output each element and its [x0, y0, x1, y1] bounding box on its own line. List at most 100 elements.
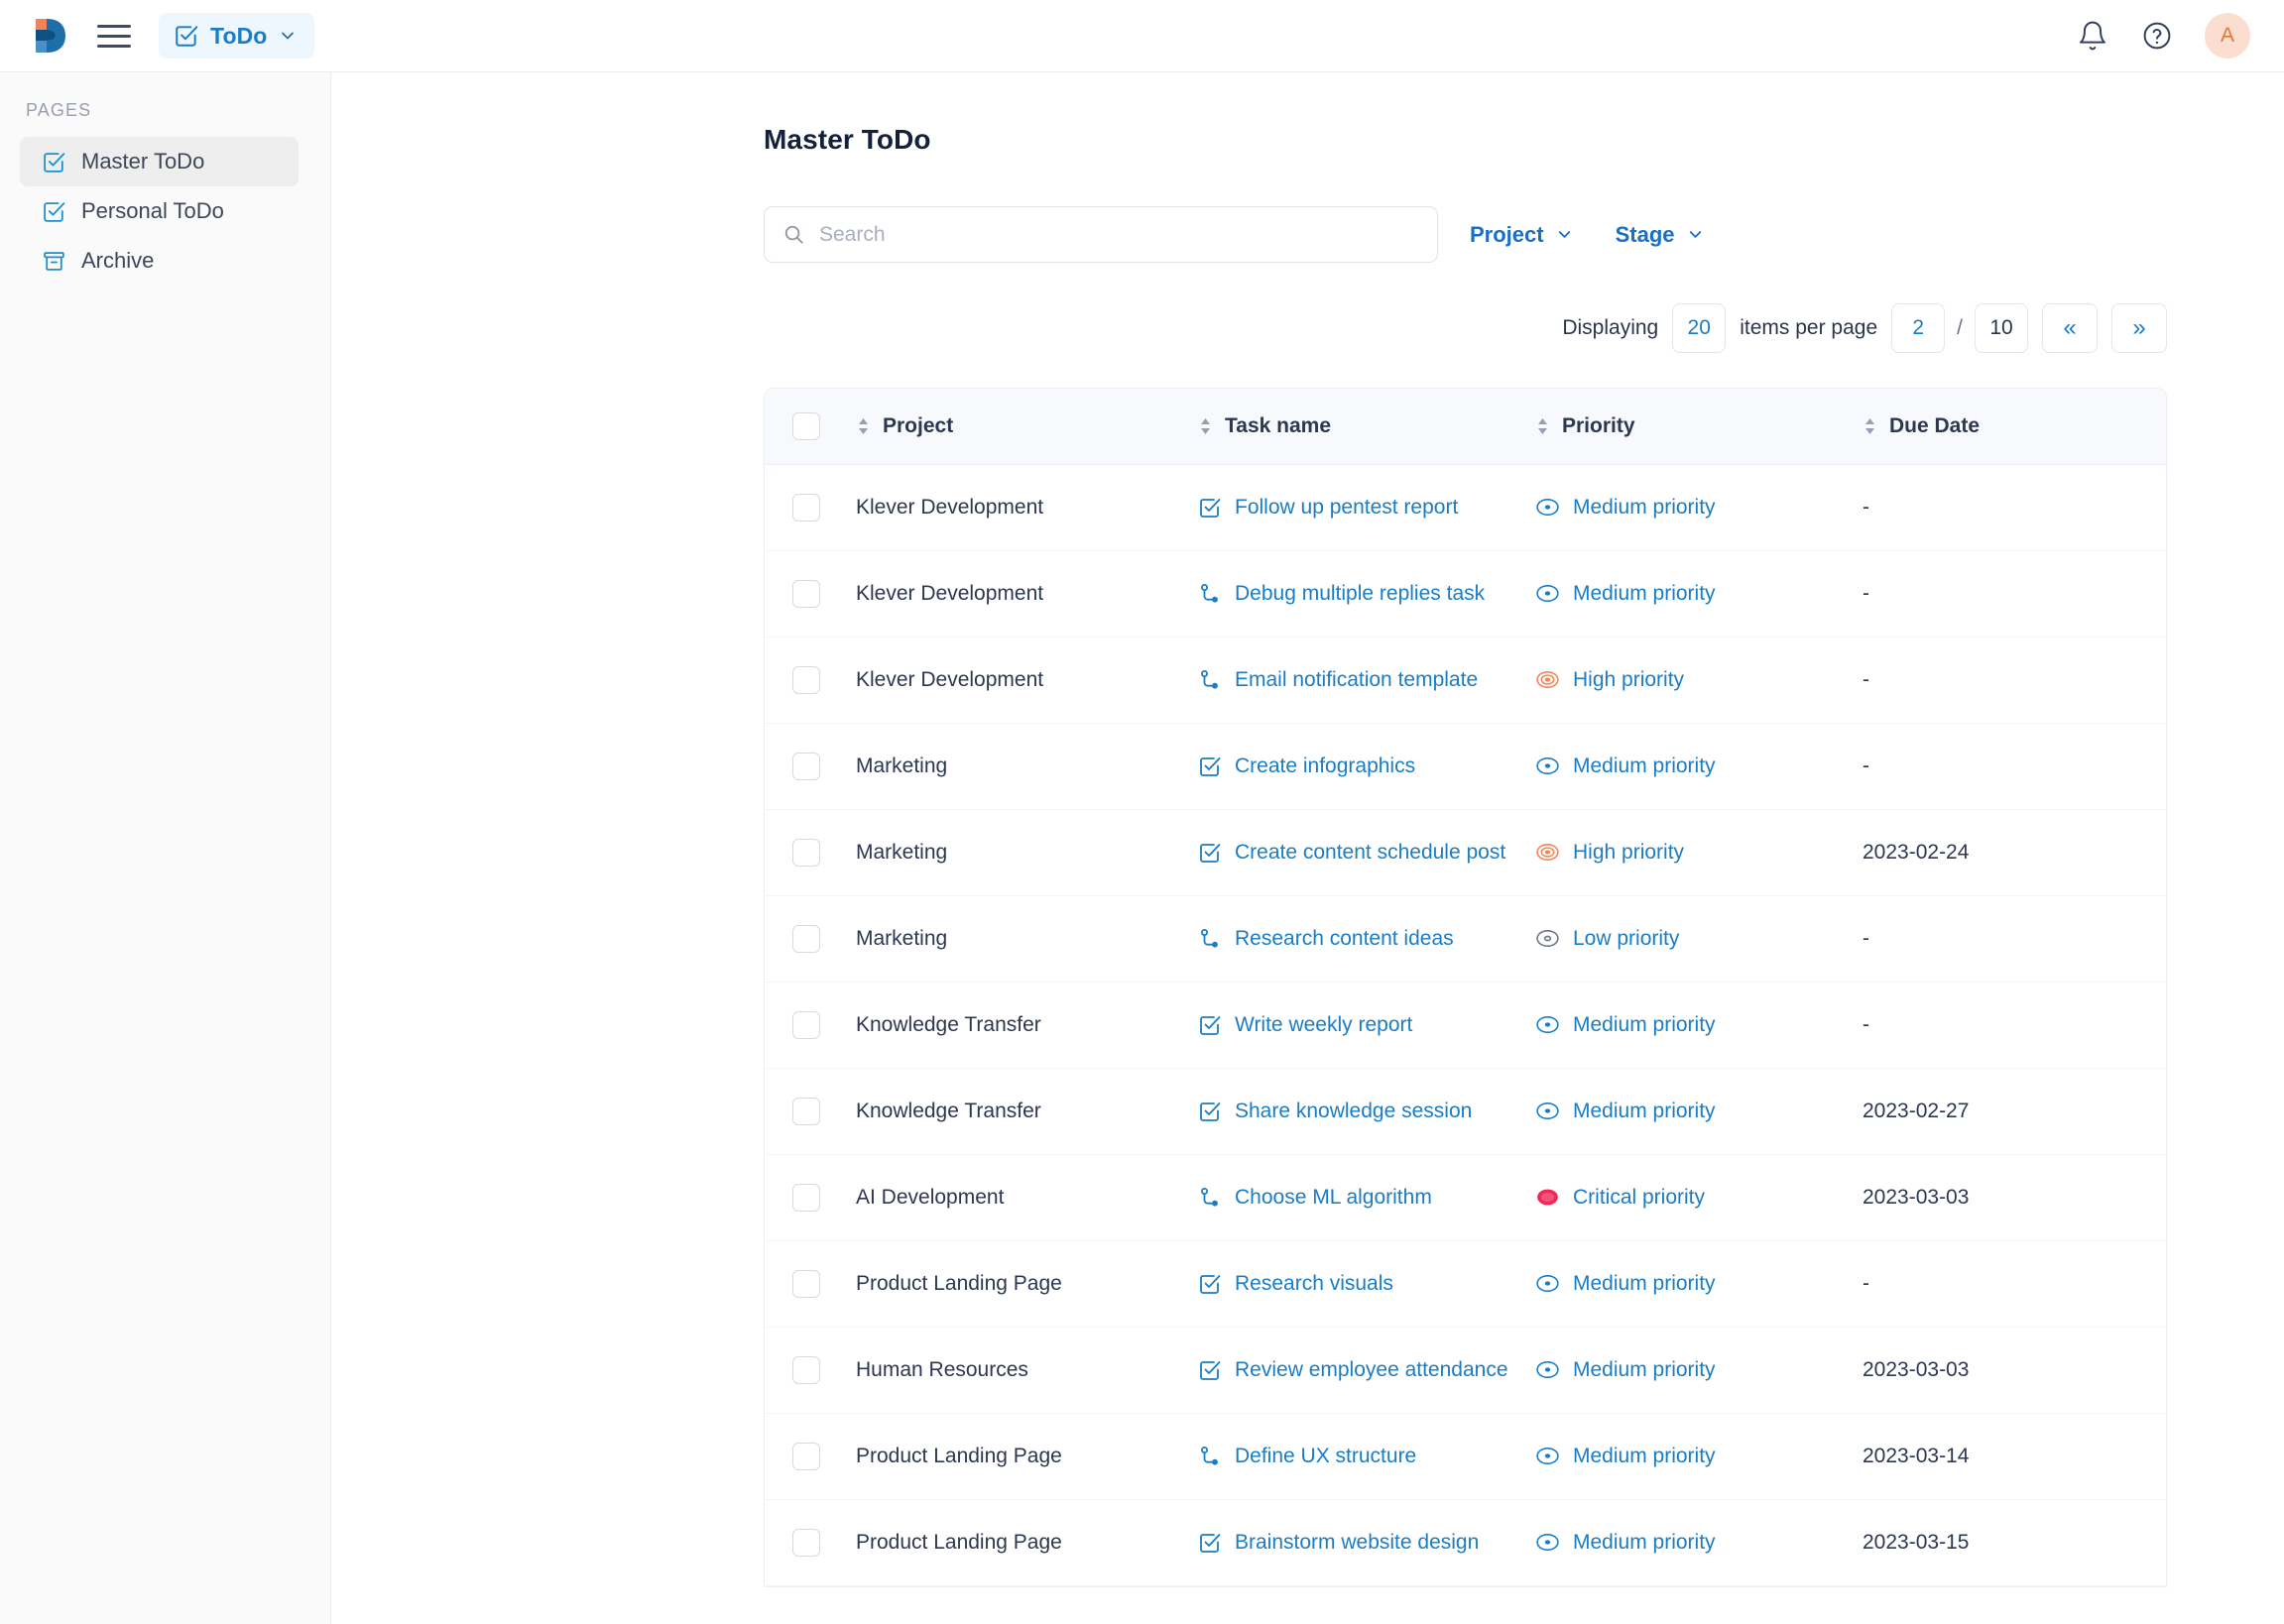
cell-project: Product Landing Page [856, 1413, 1198, 1500]
cell-project: Product Landing Page [856, 1240, 1198, 1328]
row-checkbox[interactable] [792, 493, 820, 522]
priority-high-icon [1535, 840, 1560, 865]
row-checkbox[interactable] [792, 1442, 820, 1470]
row-checkbox[interactable] [792, 1269, 820, 1298]
tasks-table: Project Task name Priority Due Date Klev… [765, 389, 2166, 1586]
priority-medium-icon [1535, 581, 1560, 606]
chevron-down-icon [278, 26, 298, 46]
column-header-project[interactable]: Project [856, 389, 1198, 465]
page-title: Master ToDo [764, 124, 931, 155]
cell-priority: Medium priority [1535, 1327, 1863, 1414]
cell-project: Klever Development [856, 464, 1198, 551]
priority-label: Medium priority [1573, 1357, 1716, 1381]
task-name-link[interactable]: Define UX structure [1235, 1445, 1416, 1468]
cell-task-name: Research content ideas [1198, 895, 1535, 983]
priority-label: Medium priority [1573, 1530, 1716, 1554]
sidebar-item-personal-todo[interactable]: Personal ToDo [20, 186, 299, 236]
task-name-link[interactable]: Create infographics [1235, 754, 1415, 778]
row-select-cell [765, 550, 856, 638]
klever-logo[interactable] [30, 15, 71, 57]
sidebar-item-master-todo[interactable]: Master ToDo [20, 137, 299, 186]
sidebar-item-archive[interactable]: Archive [20, 236, 299, 286]
table-row[interactable]: Knowledge Transfer Share knowledge sessio… [765, 1068, 2166, 1155]
table-row[interactable]: Human Resources Review employee attendanc… [765, 1327, 2166, 1414]
current-page-input[interactable]: 2 [1891, 303, 1946, 353]
task-name-link[interactable]: Choose ML algorithm [1235, 1186, 1432, 1210]
sort-icon[interactable] [1863, 414, 1877, 438]
checkbox-check-icon [1198, 1100, 1222, 1123]
items-per-page-input[interactable]: 20 [1672, 303, 1727, 353]
cell-task-name: Create content schedule post [1198, 809, 1535, 896]
filter-project-label: Project [1470, 221, 1544, 247]
sort-icon[interactable] [1535, 414, 1550, 438]
table-row[interactable]: Product Landing Page Define UX structure M… [765, 1413, 2166, 1500]
column-header-task-name[interactable]: Task name [1198, 389, 1535, 465]
search-input[interactable] [819, 222, 1419, 247]
row-select-cell [765, 464, 856, 551]
subtask-icon [1198, 582, 1222, 606]
table-row[interactable]: Knowledge Transfer Write weekly report Med… [765, 982, 2166, 1069]
task-name-link[interactable]: Brainstorm website design [1235, 1531, 1479, 1555]
bell-icon[interactable] [2076, 19, 2109, 53]
table-row[interactable]: Marketing Create infographics Medium prior… [765, 723, 2166, 810]
next-page-button[interactable]: » [2111, 303, 2167, 353]
row-checkbox[interactable] [792, 1010, 820, 1039]
task-name-link[interactable]: Share knowledge session [1235, 1100, 1472, 1123]
cell-due-date: 2023-03-15 [1863, 1499, 2166, 1586]
cell-task-name: Create infographics [1198, 723, 1535, 810]
cell-due-date: - [1863, 550, 2166, 638]
hamburger-icon[interactable] [97, 21, 131, 51]
row-checkbox[interactable] [792, 752, 820, 780]
row-checkbox[interactable] [792, 1355, 820, 1384]
row-checkbox[interactable] [792, 579, 820, 608]
row-checkbox[interactable] [792, 838, 820, 867]
row-checkbox[interactable] [792, 1097, 820, 1125]
avatar[interactable]: A [2205, 13, 2250, 58]
table-row[interactable]: Klever Development Debug multiple replies… [765, 550, 2166, 638]
project-name: Product Landing Page [856, 1444, 1062, 1467]
filter-project[interactable]: Project [1470, 222, 1574, 248]
archive-box-icon [42, 249, 66, 274]
sort-icon[interactable] [1198, 414, 1213, 438]
column-header-due-date[interactable]: Due Date [1863, 389, 2166, 465]
table-row[interactable]: Klever Development Email notification tem… [765, 637, 2166, 724]
row-checkbox[interactable] [792, 665, 820, 694]
sort-icon[interactable] [856, 414, 871, 438]
chevron-down-icon [1686, 225, 1705, 244]
task-name-link[interactable]: Follow up pentest report [1235, 496, 1458, 520]
task-name-link[interactable]: Create content schedule post [1235, 841, 1505, 865]
table-row[interactable]: Klever Development Follow up pentest repo… [765, 464, 2166, 551]
task-name-link[interactable]: Research content ideas [1235, 927, 1454, 951]
task-name-link[interactable]: Write weekly report [1235, 1013, 1412, 1037]
table-row[interactable]: AI Development Choose ML algorithm Critica… [765, 1154, 2166, 1241]
task-name-link[interactable]: Debug multiple replies task [1235, 582, 1485, 606]
cell-priority: Critical priority [1535, 1154, 1863, 1241]
table-row[interactable]: Product Landing Page Brainstorm website d… [765, 1499, 2166, 1586]
row-checkbox[interactable] [792, 1183, 820, 1212]
table-row[interactable]: Marketing Research content ideas Low prior… [765, 895, 2166, 983]
filter-stage-label: Stage [1615, 221, 1675, 247]
column-header-priority[interactable]: Priority [1535, 389, 1863, 465]
table-row[interactable]: Product Landing Page Research visuals Medi… [765, 1240, 2166, 1328]
items-per-page-label: items per page [1740, 316, 1878, 339]
table-row[interactable]: Marketing Create content schedule post Hig… [765, 809, 2166, 896]
task-name-link[interactable]: Review employee attendance [1235, 1358, 1508, 1382]
prev-page-button[interactable]: « [2042, 303, 2098, 353]
cell-project: Klever Development [856, 637, 1198, 724]
search-box[interactable] [764, 206, 1438, 263]
cell-project: Marketing [856, 809, 1198, 896]
priority-label: Medium priority [1573, 1012, 1716, 1036]
row-checkbox[interactable] [792, 1528, 820, 1557]
row-select-cell [765, 1413, 856, 1500]
filter-stage[interactable]: Stage [1616, 222, 1705, 248]
task-name-link[interactable]: Research visuals [1235, 1272, 1393, 1296]
column-header-label: Priority [1562, 413, 1635, 437]
question-circle-icon[interactable] [2140, 19, 2174, 53]
cell-priority: High priority [1535, 637, 1863, 724]
row-checkbox[interactable] [792, 924, 820, 953]
due-date-value: - [1863, 754, 1869, 777]
select-all-checkbox[interactable] [792, 411, 820, 440]
task-name-link[interactable]: Email notification template [1235, 668, 1478, 692]
app-switcher-todo[interactable]: ToDo [159, 13, 315, 58]
cell-due-date: - [1863, 723, 2166, 810]
